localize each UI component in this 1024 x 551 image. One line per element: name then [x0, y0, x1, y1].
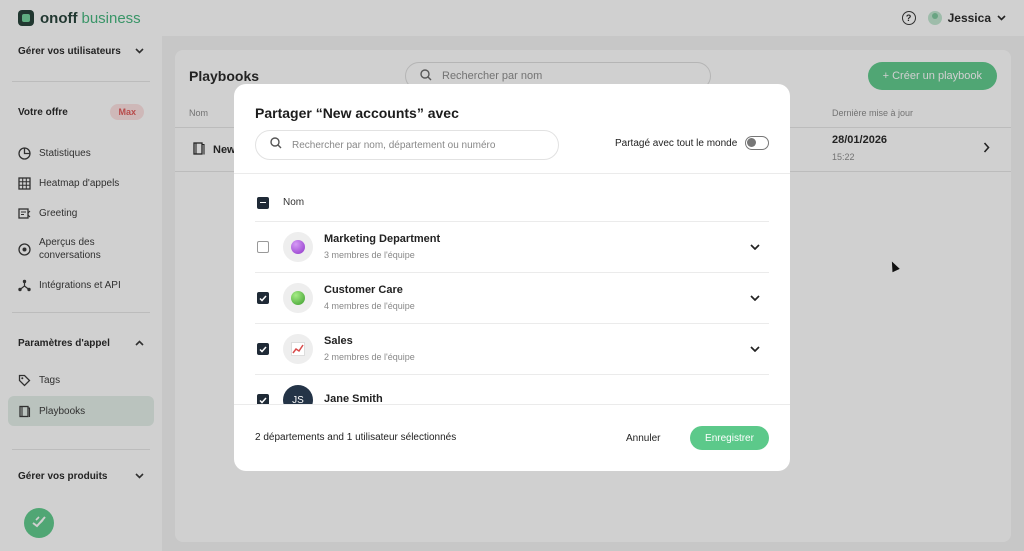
list-item[interactable]: JS Jane Smith: [255, 375, 769, 404]
chevron-down-icon[interactable]: [745, 292, 765, 304]
share-all-toggle[interactable]: [745, 136, 770, 150]
green-circle-icon: [283, 283, 313, 313]
divider: [234, 404, 790, 405]
search-icon: [270, 136, 282, 154]
list-header: Nom: [255, 184, 769, 222]
selection-status: 2 départements and 1 utilisateur sélecti…: [255, 432, 457, 443]
avatar: JS: [283, 385, 313, 404]
cancel-button[interactable]: Annuler: [616, 426, 670, 450]
save-button[interactable]: Enregistrer: [690, 426, 769, 450]
select-all-checkbox[interactable]: [257, 196, 269, 209]
list-item[interactable]: Sales 2 membres de l'équipe: [255, 324, 769, 375]
item-checkbox[interactable]: [257, 241, 269, 253]
item-subtitle: 3 membres de l'équipe: [324, 250, 415, 260]
share-list[interactable]: Nom Marketing Department 3 membres de l'…: [255, 184, 769, 404]
share-search-input[interactable]: [292, 139, 532, 151]
chevron-down-icon[interactable]: [745, 241, 765, 253]
item-checkbox[interactable]: [257, 343, 269, 355]
item-name: Jane Smith: [324, 393, 383, 404]
chevron-down-icon[interactable]: [745, 343, 765, 355]
item-subtitle: 4 membres de l'équipe: [324, 301, 415, 311]
item-checkbox[interactable]: [257, 292, 269, 304]
share-dialog: Partager “New accounts” avec Partagé ave…: [234, 84, 790, 471]
divider: [234, 173, 790, 174]
item-name: Sales: [324, 335, 353, 347]
purple-circle-icon: [283, 232, 313, 262]
check-icon: [259, 346, 267, 353]
list-header-label: Nom: [283, 197, 305, 208]
share-search-field[interactable]: [255, 130, 559, 160]
item-subtitle: 2 membres de l'équipe: [324, 352, 415, 362]
item-checkbox[interactable]: [257, 394, 269, 404]
item-name: Marketing Department: [324, 233, 441, 245]
share-all-row: Partagé avec tout le monde: [615, 136, 770, 150]
check-icon: [259, 397, 267, 404]
share-all-label: Partagé avec tout le monde: [615, 137, 738, 149]
chart-up-emoji-icon: [283, 334, 313, 364]
list-item[interactable]: Customer Care 4 membres de l'équipe: [255, 273, 769, 324]
list-item[interactable]: Marketing Department 3 membres de l'équi…: [255, 222, 769, 273]
item-name: Customer Care: [324, 284, 403, 296]
check-icon: [259, 295, 267, 302]
dialog-title: Partager “New accounts” avec: [255, 105, 459, 121]
